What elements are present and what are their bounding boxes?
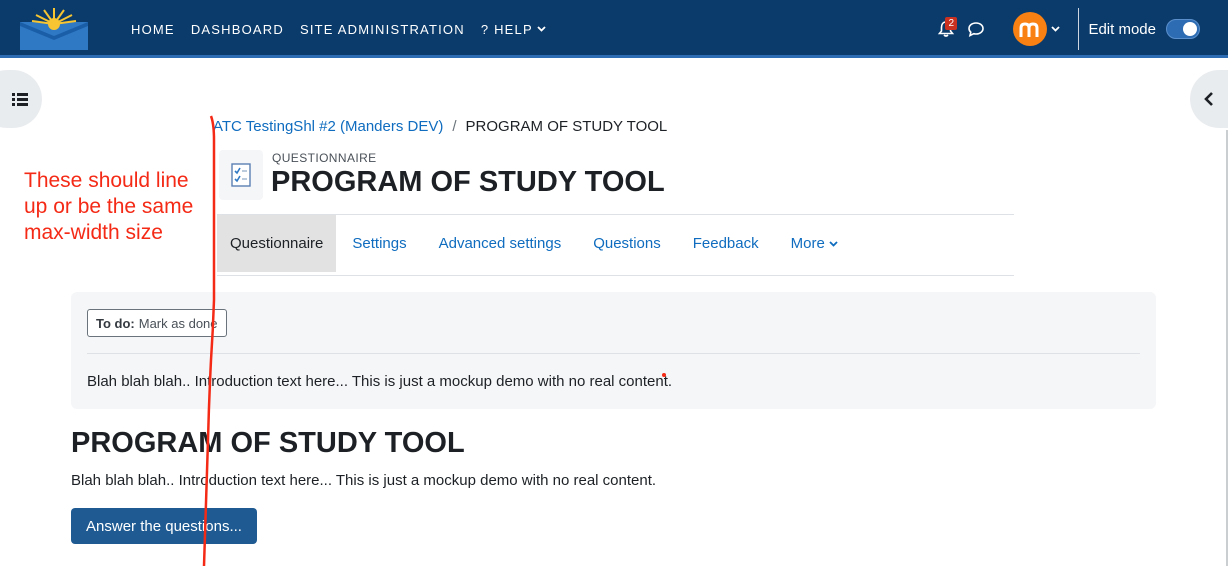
nav-site-administration[interactable]: SITE ADMINISTRATION bbox=[300, 22, 465, 37]
questionnaire-title: PROGRAM OF STUDY TOOL bbox=[71, 427, 465, 459]
breadcrumb-current: PROGRAM OF STUDY TOOL bbox=[465, 118, 668, 135]
chevron-left-icon bbox=[1204, 92, 1213, 106]
breadcrumb: ATC TestingShl #2 (Manders DEV) / PROGRA… bbox=[213, 118, 667, 135]
answer-questions-button[interactable]: Answer the questions... bbox=[71, 508, 257, 544]
intro-divider bbox=[87, 353, 1140, 354]
activity-header-box: To do: Mark as done Blah blah blah.. Int… bbox=[71, 292, 1156, 409]
nav-dashboard[interactable]: DASHBOARD bbox=[191, 22, 284, 37]
nav-home[interactable]: HOME bbox=[131, 22, 175, 37]
edit-mode-control: Edit mode bbox=[1088, 19, 1200, 39]
breadcrumb-course-link[interactable]: ATC TestingShl #2 (Manders DEV) bbox=[213, 118, 443, 135]
notification-count-badge: 2 bbox=[945, 17, 958, 30]
tab-more[interactable]: More bbox=[775, 215, 854, 272]
annotation-note: These should line up or be the same max-… bbox=[24, 169, 194, 244]
questionnaire-icon bbox=[219, 150, 263, 200]
tab-more-label: More bbox=[790, 235, 825, 252]
chevron-down-icon bbox=[1051, 26, 1061, 32]
tab-feedback[interactable]: Feedback bbox=[677, 215, 775, 272]
edit-mode-toggle[interactable] bbox=[1166, 19, 1200, 39]
open-block-drawer-button[interactable] bbox=[1190, 70, 1228, 128]
todo-prefix: To do: bbox=[96, 315, 135, 331]
breadcrumb-separator: / bbox=[452, 118, 457, 135]
todo-label: Mark as done bbox=[138, 315, 218, 331]
mark-as-done-button[interactable]: To do: Mark as done bbox=[87, 309, 227, 337]
navbar-right: 2 Edit mode bbox=[931, 0, 1228, 58]
site-logo[interactable] bbox=[18, 6, 90, 50]
list-icon bbox=[12, 92, 28, 106]
top-navbar: HOME DASHBOARD SITE ADMINISTRATION ? HEL… bbox=[0, 0, 1228, 58]
avatar bbox=[1013, 12, 1048, 46]
edit-mode-label: Edit mode bbox=[1088, 20, 1156, 38]
tab-questionnaire[interactable]: Questionnaire bbox=[217, 215, 337, 272]
intro-text: Blah blah blah.. Introduction text here.… bbox=[87, 373, 673, 390]
activity-type-label: QUESTIONNAIRE bbox=[272, 151, 377, 165]
tab-questions[interactable]: Questions bbox=[577, 215, 677, 272]
questionnaire-description: Blah blah blah.. Introduction text here.… bbox=[71, 472, 657, 489]
tab-advanced-settings[interactable]: Advanced settings bbox=[423, 215, 578, 272]
chevron-down-icon bbox=[829, 240, 838, 247]
annotation-red-dot bbox=[662, 373, 666, 377]
nav-help-label: ? HELP bbox=[480, 21, 533, 37]
notifications-button[interactable]: 2 bbox=[931, 14, 961, 44]
navbar-divider bbox=[1078, 8, 1080, 50]
user-menu[interactable] bbox=[1013, 12, 1061, 46]
messages-button[interactable] bbox=[961, 14, 991, 44]
secondary-navigation: Questionnaire Settings Advanced settings… bbox=[217, 214, 1014, 276]
chevron-down-icon bbox=[537, 26, 546, 32]
moodle-logo-icon bbox=[1019, 22, 1039, 37]
nav-help[interactable]: ? HELP bbox=[481, 22, 546, 37]
open-course-index-button[interactable] bbox=[0, 70, 42, 128]
tab-settings[interactable]: Settings bbox=[336, 215, 422, 272]
chat-bubble-icon bbox=[968, 22, 985, 37]
primary-navigation: HOME DASHBOARD SITE ADMINISTRATION ? HEL… bbox=[131, 0, 546, 58]
page-title: PROGRAM OF STUDY TOOL bbox=[271, 166, 665, 198]
